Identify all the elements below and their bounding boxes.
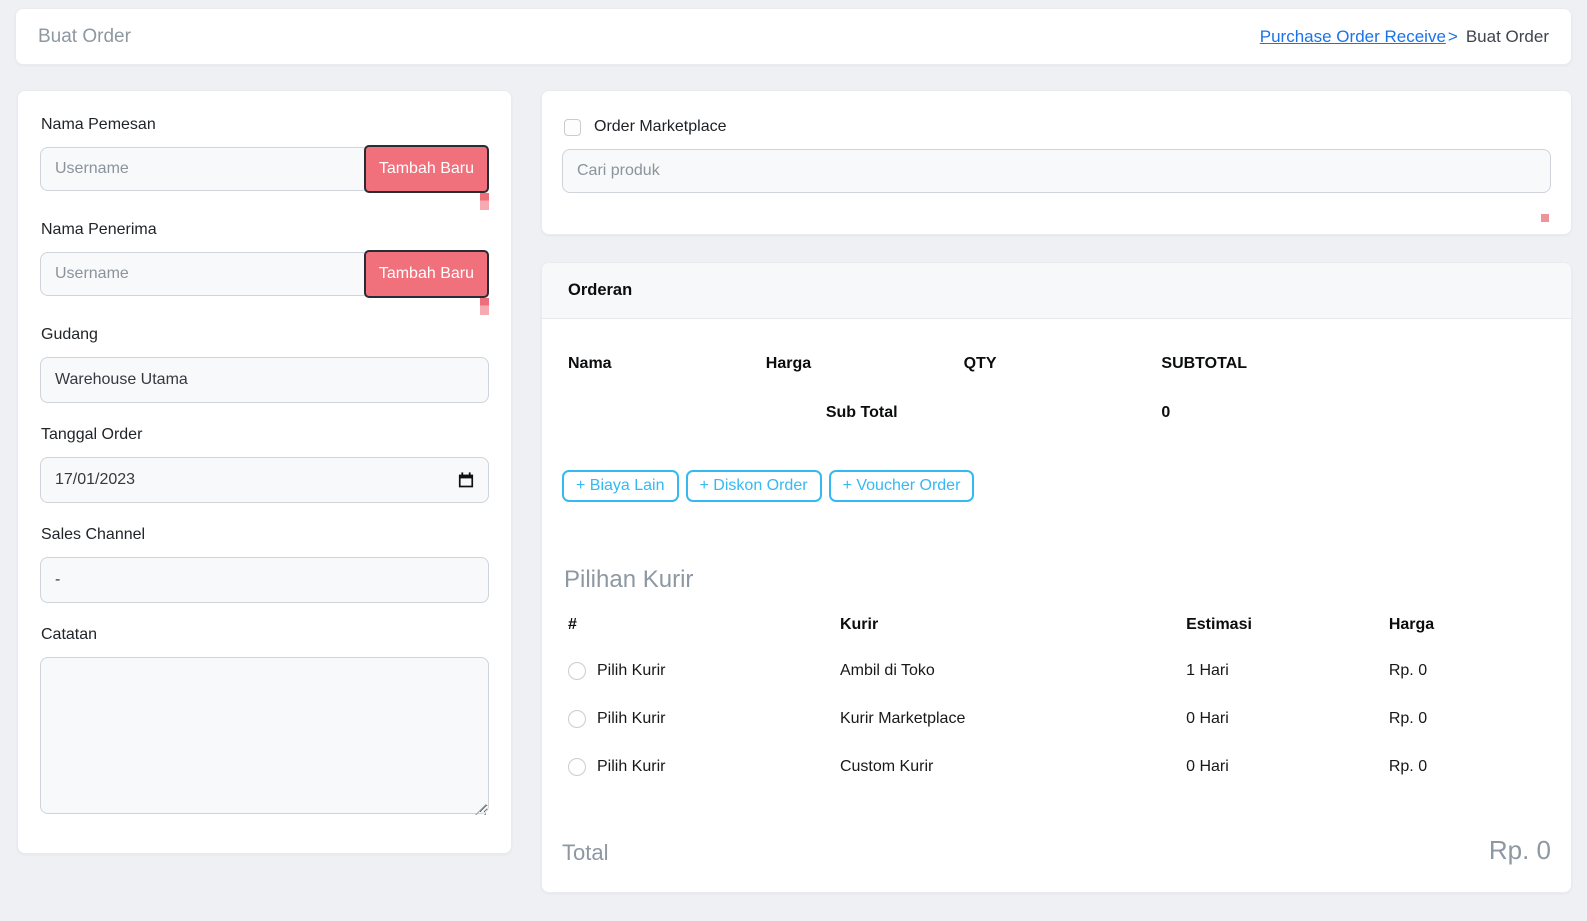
tambah-baru-pemesan-button[interactable]: Tambah Baru [363, 145, 489, 193]
pilih-kurir-option[interactable]: Pilih Kurir [568, 662, 834, 680]
order-marketplace-label: Order Marketplace [594, 118, 727, 135]
kurir-col-kurir: Kurir [839, 616, 879, 633]
top-bar: Buat Order Purchase Order Receive > Buat… [15, 8, 1572, 65]
pilih-kurir-option[interactable]: Pilih Kurir [568, 710, 834, 728]
subtotal-row: Sub Total 0 [562, 387, 1551, 432]
nama-penerima-label: Nama Penerima [41, 221, 157, 238]
subtotal-value: 0 [1161, 404, 1171, 421]
kurir-radio[interactable] [568, 758, 586, 776]
breadcrumb-separator: > [1447, 26, 1458, 46]
pilih-kurir-label: Pilih Kurir [597, 710, 666, 727]
kurir-name: Custom Kurir [839, 758, 934, 775]
orderan-col-subtotal: SUBTOTAL [1161, 355, 1248, 372]
calendar-icon[interactable] [458, 472, 474, 488]
nama-pemesan-group: Tambah Baru [40, 145, 489, 210]
orderan-title: Orderan [568, 281, 633, 299]
kurir-name: Kurir Marketplace [839, 710, 966, 727]
page-title: Buat Order [38, 25, 131, 47]
orderan-col-harga: Harga [765, 355, 812, 372]
kurir-col-harga: Harga [1388, 616, 1435, 633]
cari-produk-input[interactable] [562, 149, 1551, 193]
nama-penerima-input[interactable] [40, 252, 370, 296]
breadcrumb-current: Buat Order [1465, 26, 1549, 46]
subtotal-label: Sub Total [825, 404, 898, 421]
gudang-input[interactable]: Warehouse Utama [40, 357, 489, 403]
pilih-kurir-label: Pilih Kurir [597, 758, 666, 775]
pink-fragment [480, 298, 489, 315]
pink-fragment [480, 193, 489, 210]
breadcrumb-link-purchase-order-receive[interactable]: Purchase Order Receive [1260, 27, 1446, 47]
catatan-wrap [40, 657, 489, 819]
voucher-order-button[interactable]: + Voucher Order [828, 470, 975, 502]
diskon-order-button[interactable]: + Diskon Order [685, 470, 822, 502]
kurir-estimasi: 0 Hari [1186, 710, 1229, 727]
sales-channel-input[interactable]: - [40, 557, 489, 603]
kurir-section: Pilihan Kurir # Kurir Estimasi Harga Pil… [562, 566, 1551, 791]
kurir-radio[interactable] [568, 662, 586, 680]
kurir-harga: Rp. 0 [1388, 758, 1428, 775]
total-row: Total Rp. 0 [562, 835, 1551, 866]
kurir-harga: Rp. 0 [1388, 710, 1428, 727]
product-search-card: Order Marketplace [541, 90, 1572, 235]
pilihan-kurir-heading: Pilihan Kurir [564, 566, 694, 593]
pilih-kurir-label: Pilih Kurir [597, 662, 666, 679]
nama-pemesan-label: Nama Pemesan [41, 116, 156, 133]
order-form-card: Nama Pemesan Tambah Baru Nama Penerima T… [17, 90, 512, 854]
orderan-table: Nama Harga QTY SUBTOTAL Sub Total 0 [562, 335, 1551, 432]
kurir-col-estimasi: Estimasi [1186, 616, 1252, 633]
kurir-estimasi: 0 Hari [1186, 758, 1229, 775]
tanggal-order-value: 17/01/2023 [55, 471, 136, 488]
tanggal-order-input[interactable]: 17/01/2023 [40, 457, 489, 503]
orderan-actions: + Biaya Lain + Diskon Order + Voucher Or… [562, 470, 1551, 502]
nama-pemesan-input[interactable] [40, 147, 370, 191]
kurir-table: # Kurir Estimasi Harga Pilih Kurir Ambil… [562, 602, 1551, 791]
tambah-baru-penerima-button[interactable]: Tambah Baru [363, 250, 489, 298]
orderan-card: Orderan Nama Harga QTY SUBTOTAL Sub Tota… [541, 262, 1572, 893]
kurir-radio[interactable] [568, 710, 586, 728]
nama-penerima-group: Tambah Baru [40, 250, 489, 315]
kurir-name: Ambil di Toko [839, 662, 935, 679]
table-row: Pilih Kurir Custom Kurir 0 Hari Rp. 0 [562, 743, 1551, 791]
gudang-value: Warehouse Utama [55, 371, 188, 388]
sales-channel-value: - [55, 571, 61, 588]
tanggal-order-label: Tanggal Order [41, 426, 143, 443]
pink-fragment [1541, 214, 1549, 222]
sales-channel-label: Sales Channel [41, 526, 146, 543]
kurir-estimasi: 1 Hari [1186, 662, 1229, 679]
kurir-harga: Rp. 0 [1388, 662, 1428, 679]
orderan-col-qty: QTY [963, 355, 997, 372]
catatan-textarea[interactable] [40, 657, 489, 814]
kurir-col-number: # [568, 616, 577, 633]
order-marketplace-row: Order Marketplace [564, 118, 1551, 136]
catatan-label: Catatan [41, 626, 98, 643]
total-label: Total [562, 840, 609, 865]
total-value: Rp. 0 [1488, 835, 1551, 865]
gudang-label: Gudang [41, 326, 98, 343]
biaya-lain-button[interactable]: + Biaya Lain [562, 470, 679, 502]
table-row: Pilih Kurir Kurir Marketplace 0 Hari Rp.… [562, 695, 1551, 743]
order-marketplace-checkbox[interactable] [564, 118, 581, 136]
pilih-kurir-option[interactable]: Pilih Kurir [568, 758, 834, 776]
breadcrumb: Purchase Order Receive > Buat Order [1260, 27, 1549, 47]
orderan-header: Orderan [542, 263, 1571, 319]
orderan-col-nama: Nama [568, 355, 612, 372]
table-row: Pilih Kurir Ambil di Toko 1 Hari Rp. 0 [562, 647, 1551, 695]
